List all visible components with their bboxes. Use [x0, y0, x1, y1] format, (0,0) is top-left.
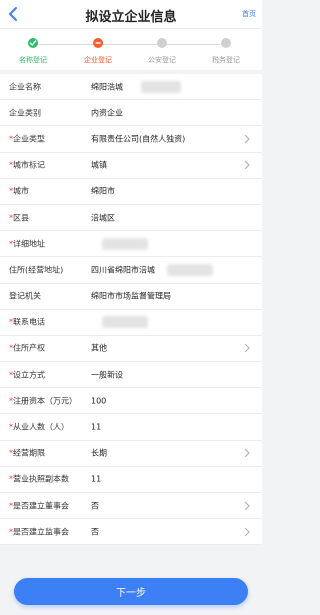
- enterprise-info-form: 企业名称 绵阳浩城 企业类别 内资企业 *企业类型 有限责任公司(自然人独资) …: [0, 74, 262, 546]
- field-value: 绵阳浩城: [91, 82, 123, 92]
- field-detailed-address[interactable]: *详细地址: [0, 231, 262, 258]
- chevron-right-icon: [244, 134, 250, 144]
- field-property-right[interactable]: *住所产权 其他: [0, 335, 262, 363]
- step-done-indicator: [28, 38, 38, 48]
- redacted-text: [102, 237, 148, 250]
- step-pending-indicator: [221, 38, 231, 48]
- redacted-text: [102, 316, 148, 329]
- field-value: 内资企业: [91, 108, 123, 118]
- field-value: 否: [91, 501, 99, 511]
- field-value: 绵阳市: [91, 186, 115, 196]
- field-value: 城镇: [91, 160, 107, 170]
- field-label: *联系电话: [9, 317, 45, 327]
- field-label: *是否建立监事会: [9, 527, 69, 537]
- chevron-right-icon: [244, 160, 250, 170]
- step-pending-indicator: [157, 38, 167, 48]
- field-city-mark[interactable]: *城市标记 城镇: [0, 152, 262, 179]
- field-enterprise-name: 企业名称 绵阳浩城: [0, 74, 262, 101]
- field-value: 11: [91, 422, 102, 432]
- field-label: *注册资本（万元）: [9, 396, 77, 406]
- field-license-copies[interactable]: *营业执照副本数 11: [0, 466, 262, 493]
- progress-steps: 名称登记 企业登记 公安登记 税务登记: [0, 28, 262, 70]
- step-police-registration: 公安登记: [132, 38, 192, 65]
- field-label: 登记机关: [9, 291, 41, 301]
- field-label: 企业类别: [9, 108, 41, 118]
- field-label: *企业类型: [9, 134, 45, 144]
- field-label: *城市标记: [9, 160, 45, 170]
- field-value: 其他: [91, 343, 107, 353]
- field-registration-authority: 登记机关 绵阳市市场监督管理局: [0, 283, 262, 310]
- field-label: *设立方式: [9, 370, 45, 380]
- field-label: *详细地址: [9, 239, 45, 249]
- field-enterprise-type[interactable]: *企业类型 有限责任公司(自然人独资): [0, 126, 262, 153]
- field-registered-capital[interactable]: *注册资本（万元） 100: [0, 388, 262, 415]
- chevron-right-icon: [244, 527, 250, 537]
- field-label: *从业人数（人）: [9, 422, 69, 432]
- chevron-right-icon: [244, 448, 250, 458]
- field-contact-phone[interactable]: *联系电话: [0, 309, 262, 336]
- page-title: 拟设立企业信息: [85, 10, 177, 25]
- field-label: *区县: [9, 213, 29, 223]
- step-tax-registration: 税务登记: [196, 38, 256, 65]
- field-label: *住所产权: [9, 343, 45, 353]
- check-icon: [29, 40, 37, 46]
- field-label: *是否建立董事会: [9, 501, 69, 511]
- step-connector: [38, 44, 220, 45]
- field-value: 绵阳市市场监督管理局: [91, 291, 171, 301]
- field-city: *城市 绵阳市: [0, 178, 262, 205]
- field-business-term[interactable]: *经营期限 长期: [0, 440, 262, 467]
- field-value: 否: [91, 527, 99, 537]
- step-name-registration: 名称登记: [3, 38, 63, 65]
- chevron-right-icon: [244, 501, 250, 511]
- field-business-address: 住所(经营地址) 四川省绵阳市涪城: [0, 257, 262, 284]
- field-value: 有限责任公司(自然人独资): [91, 134, 186, 144]
- chevron-right-icon: [244, 344, 250, 353]
- step-label: 名称登记: [19, 56, 47, 64]
- field-board-of-supervisors[interactable]: *是否建立监事会 否: [0, 519, 262, 546]
- redacted-text: [141, 80, 181, 93]
- field-label: 企业名称: [9, 82, 41, 92]
- field-label: *经营期限: [9, 448, 45, 458]
- field-label: *城市: [9, 186, 29, 196]
- field-value: 四川省绵阳市涪城: [91, 265, 155, 275]
- step-label: 公安登记: [148, 56, 176, 64]
- field-establishment-method: *设立方式 一般新设: [0, 362, 262, 389]
- field-value: 长期: [91, 448, 107, 458]
- step-enterprise-registration: 企业登记: [68, 38, 128, 65]
- field-value: 涪城区: [91, 213, 115, 223]
- field-label: *营业执照副本数: [9, 474, 69, 484]
- step-active-indicator: [93, 38, 103, 48]
- next-step-button[interactable]: 下一步: [14, 578, 248, 605]
- field-label: 住所(经营地址): [9, 265, 64, 275]
- field-district: *区县 涪城区: [0, 204, 262, 232]
- step-label: 税务登记: [212, 56, 240, 64]
- field-value: 11: [91, 474, 102, 484]
- home-link[interactable]: 首页: [242, 9, 256, 19]
- field-enterprise-category: 企业类别 内资企业: [0, 100, 262, 127]
- field-value: 100: [91, 396, 107, 406]
- field-board-of-directors[interactable]: *是否建立董事会 否: [0, 493, 262, 520]
- field-employee-count[interactable]: *从业人数（人） 11: [0, 414, 262, 441]
- redacted-text: [167, 263, 213, 276]
- minus-icon: [95, 42, 101, 44]
- top-nav-bar: 拟设立企业信息 首页: [0, 0, 262, 28]
- field-value: 一般新设: [91, 370, 123, 380]
- step-label: 企业登记: [84, 56, 112, 64]
